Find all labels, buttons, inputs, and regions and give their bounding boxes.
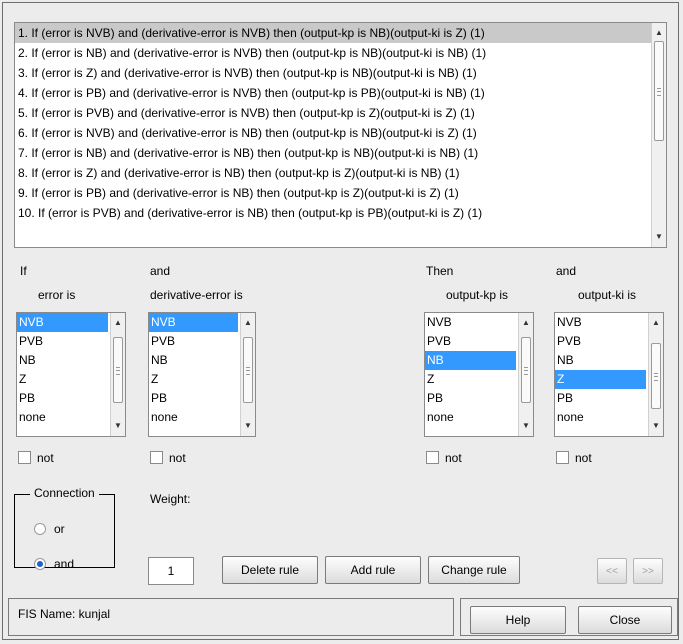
error-is-label: error is	[38, 288, 76, 302]
listbox-scrollbar[interactable]: ▲ ▼	[240, 313, 255, 436]
radio-icon[interactable]	[34, 522, 46, 535]
list-option[interactable]: NVB	[17, 313, 108, 332]
rule-item[interactable]: 6. If (error is NVB) and (derivative-err…	[15, 123, 666, 143]
fis-name-text: FIS Name: kunjal	[18, 607, 111, 621]
rule-item[interactable]: 10. If (error is PVB) and (derivative-er…	[15, 203, 666, 223]
list-option[interactable]: Z	[425, 370, 516, 389]
rules-scrollbar[interactable]: ▲ ▼	[651, 23, 666, 247]
scroll-up-arrow-icon[interactable]: ▲	[111, 315, 125, 331]
list-option[interactable]: NB	[149, 351, 238, 370]
derivative-error-listbox[interactable]: NVB PVB NB Z PB none ▲ ▼	[148, 312, 256, 437]
list-option[interactable]: NVB	[555, 313, 646, 332]
rule-item[interactable]: 9. If (error is PB) and (derivative-erro…	[15, 183, 666, 203]
add-rule-button[interactable]: Add rule	[325, 556, 421, 584]
list-option[interactable]: none	[17, 408, 108, 427]
list-option[interactable]: NB	[17, 351, 108, 370]
scroll-up-arrow-icon[interactable]: ▲	[519, 315, 533, 331]
checkbox-icon[interactable]	[150, 451, 163, 465]
output-ki-not-checkbox[interactable]: not	[556, 450, 592, 465]
listbox-scrollbar[interactable]: ▲ ▼	[648, 313, 663, 436]
rule-item[interactable]: 3. If (error is Z) and (derivative-error…	[15, 63, 666, 83]
scroll-down-arrow-icon[interactable]: ▼	[519, 418, 533, 434]
list-option[interactable]: PB	[555, 389, 646, 408]
checkbox-icon[interactable]	[426, 451, 439, 465]
list-option[interactable]: PVB	[555, 332, 646, 351]
output-ki-listbox[interactable]: NVB PVB NB Z PB none ▲ ▼	[554, 312, 664, 437]
list-option[interactable]: PB	[17, 389, 108, 408]
list-option[interactable]: NB	[425, 351, 516, 370]
output-kp-not-checkbox[interactable]: not	[426, 450, 462, 465]
list-option[interactable]: PVB	[149, 332, 238, 351]
rule-item[interactable]: 5. If (error is PVB) and (derivative-err…	[15, 103, 666, 123]
next-button[interactable]: >>	[633, 558, 663, 584]
listbox-scrollbar[interactable]: ▲ ▼	[110, 313, 125, 436]
checkbox-icon[interactable]	[556, 451, 569, 465]
error-listbox[interactable]: NVB PVB NB Z PB none ▲ ▼	[16, 312, 126, 437]
rules-listbox[interactable]: 1. If (error is NVB) and (derivative-err…	[14, 22, 667, 248]
scroll-up-arrow-icon[interactable]: ▲	[649, 315, 663, 331]
scroll-thumb[interactable]	[243, 337, 253, 403]
change-rule-button[interactable]: Change rule	[428, 556, 520, 584]
output-ki-is-label: output-ki is	[578, 288, 637, 302]
scroll-down-arrow-icon[interactable]: ▼	[649, 418, 663, 434]
output-kp-is-label: output-kp is	[446, 288, 509, 302]
list-option[interactable]: NVB	[425, 313, 516, 332]
scroll-down-arrow-icon[interactable]: ▼	[111, 418, 125, 434]
output-kp-listbox[interactable]: NVB PVB NB Z PB none ▲ ▼	[424, 312, 534, 437]
rule-item[interactable]: 7. If (error is NB) and (derivative-erro…	[15, 143, 666, 163]
weight-input[interactable]: 1	[148, 557, 194, 585]
rule-item[interactable]: 8. If (error is Z) and (derivative-error…	[15, 163, 666, 183]
rules-list-rows: 1. If (error is NVB) and (derivative-err…	[15, 23, 666, 227]
previous-button[interactable]: <<	[597, 558, 627, 584]
list-option[interactable]: NB	[555, 351, 646, 370]
scroll-thumb[interactable]	[521, 337, 531, 403]
list-option[interactable]: PB	[425, 389, 516, 408]
or-radio[interactable]: or	[34, 521, 65, 536]
if-label: If	[20, 264, 27, 278]
scroll-thumb[interactable]	[113, 337, 123, 403]
rule-item-partial	[15, 223, 666, 227]
error-not-checkbox[interactable]: not	[18, 450, 54, 465]
rule-item[interactable]: 1. If (error is NVB) and (derivative-err…	[15, 23, 666, 43]
connection-label: Connection	[30, 486, 99, 500]
help-button[interactable]: Help	[470, 606, 566, 634]
list-option[interactable]: Z	[555, 370, 646, 389]
list-option[interactable]: none	[555, 408, 646, 427]
list-option[interactable]: PB	[149, 389, 238, 408]
listbox-scrollbar[interactable]: ▲ ▼	[518, 313, 533, 436]
list-option[interactable]: none	[425, 408, 516, 427]
list-option[interactable]: PVB	[17, 332, 108, 351]
list-option[interactable]: Z	[17, 370, 108, 389]
scroll-thumb[interactable]	[654, 41, 664, 141]
delete-rule-button[interactable]: Delete rule	[222, 556, 318, 584]
scroll-down-arrow-icon[interactable]: ▼	[652, 229, 666, 245]
list-option[interactable]: NVB	[149, 313, 238, 332]
and-label-2: and	[556, 264, 577, 278]
radio-icon[interactable]	[34, 557, 46, 570]
derivative-error-not-checkbox[interactable]: not	[150, 450, 186, 465]
rule-item[interactable]: 2. If (error is NB) and (derivative-erro…	[15, 43, 666, 63]
scroll-up-arrow-icon[interactable]: ▲	[241, 315, 255, 331]
derivative-error-is-label: derivative-error is	[150, 288, 243, 302]
scroll-thumb[interactable]	[651, 343, 661, 409]
and-label-1: and	[150, 264, 171, 278]
and-radio[interactable]: and	[34, 556, 74, 571]
weight-label: Weight:	[150, 492, 191, 506]
rule-item[interactable]: 4. If (error is PB) and (derivative-erro…	[15, 83, 666, 103]
checkbox-icon[interactable]	[18, 451, 31, 465]
list-option[interactable]: Z	[149, 370, 238, 389]
status-panel: FIS Name: kunjal	[8, 598, 454, 636]
list-option[interactable]: none	[149, 408, 238, 427]
scroll-down-arrow-icon[interactable]: ▼	[241, 418, 255, 434]
list-option[interactable]: PVB	[425, 332, 516, 351]
then-label: Then	[426, 264, 454, 278]
scroll-up-arrow-icon[interactable]: ▲	[652, 25, 666, 41]
close-button[interactable]: Close	[578, 606, 672, 634]
